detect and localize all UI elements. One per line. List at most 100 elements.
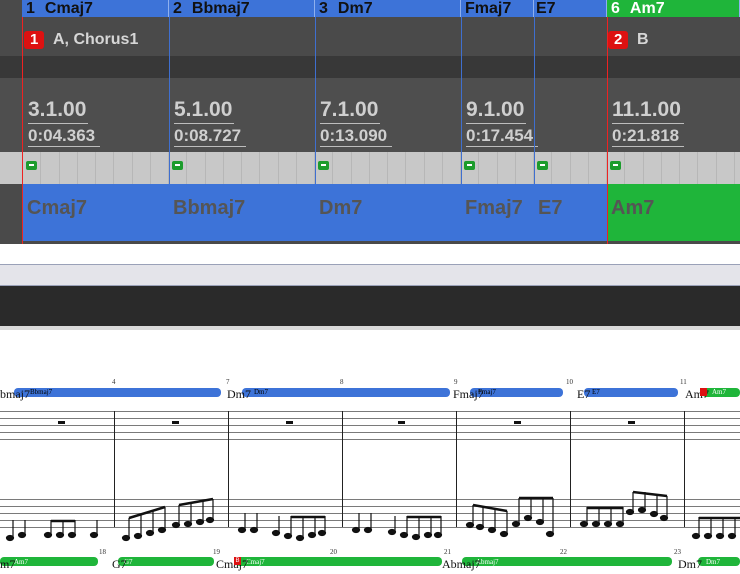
chord-tab-name: Fmaj7 xyxy=(465,0,512,17)
grid-line xyxy=(497,152,498,184)
section-label-2[interactable]: B xyxy=(637,30,649,50)
measure-number: 9 xyxy=(454,378,458,386)
ruler-time: 0:13.090 xyxy=(320,126,388,145)
comment-marker-icon[interactable] xyxy=(172,161,183,170)
grid-line xyxy=(424,152,425,184)
chord-tab-number: 2 xyxy=(173,0,182,17)
measure-number: 18 xyxy=(99,548,106,556)
measure-number: 20 xyxy=(330,548,337,556)
grid-line xyxy=(442,152,443,184)
ruler-underline xyxy=(174,123,234,124)
section-badge-1[interactable]: 1 xyxy=(24,31,45,49)
ruler-time: 0:21.818 xyxy=(612,126,680,145)
score-view: 4 7 8 9 10 11 Bbmaj7 Dm7 Fmaj7 E7 Am7 bm… xyxy=(0,330,740,574)
comment-marker-icon[interactable] xyxy=(464,161,475,170)
measure-number: 19 xyxy=(213,548,220,556)
grid-line xyxy=(205,152,206,184)
ruler-bbt: 7.1.00 xyxy=(320,98,379,121)
whole-rest xyxy=(514,421,521,424)
chord-tab-5[interactable]: E7 xyxy=(534,0,607,17)
grid-line xyxy=(132,152,133,184)
grid-line xyxy=(259,152,260,184)
grid-line xyxy=(679,152,680,184)
chord-tab-6[interactable]: 6 Am7 xyxy=(607,0,740,17)
section-boundary-line xyxy=(607,17,608,244)
score-bar-label: Bbmaj7 xyxy=(30,388,53,396)
chord-block-label: Bbmaj7 xyxy=(173,197,246,219)
grid-line xyxy=(697,152,698,184)
staff-line xyxy=(0,418,740,419)
score-chord-symbol: bmaj7 xyxy=(0,387,30,401)
grid-line xyxy=(387,152,388,184)
comment-marker-icon[interactable] xyxy=(318,161,329,170)
chord-tab-4[interactable]: Fmaj7 xyxy=(461,0,534,17)
score-bar-label: Cmaj7 xyxy=(246,558,265,566)
grid-line xyxy=(59,152,60,184)
ruler-bbt: 3.1.00 xyxy=(28,98,87,121)
comment-marker-icon[interactable] xyxy=(537,161,548,170)
score-chord-bar[interactable] xyxy=(236,557,442,566)
chord-tab-1[interactable]: 1 Cmaj7 xyxy=(22,0,169,17)
score-chord-symbol: Fmaj7 xyxy=(453,387,484,401)
grid-line xyxy=(515,152,516,184)
whole-rest xyxy=(286,421,293,424)
ruler-bbt: 9.1.00 xyxy=(466,98,525,121)
grid-line xyxy=(369,152,370,184)
chord-boundary-line xyxy=(461,17,462,184)
chord-block-label: Cmaj7 xyxy=(27,197,88,219)
chord-tab-3[interactable]: 3 Dm7 xyxy=(315,0,461,17)
measure-number: 23 xyxy=(674,548,681,556)
grid-line xyxy=(624,152,625,184)
comment-marker-icon[interactable] xyxy=(26,161,37,170)
score-bar-label: Am7 xyxy=(712,388,726,396)
horizontal-scrollbar[interactable] xyxy=(0,264,740,286)
grid-line xyxy=(77,152,78,184)
score-chord-symbol: G7 xyxy=(112,557,127,571)
score-bar-label: Dm7 xyxy=(254,388,268,396)
ruler-underline xyxy=(28,123,88,124)
notation-notes xyxy=(5,490,740,542)
grid-line xyxy=(588,152,589,184)
score-chord-symbol: Abmaj7 xyxy=(442,557,481,571)
grid-line xyxy=(716,152,717,184)
grid-line xyxy=(643,152,644,184)
chord-boundary-line xyxy=(534,17,535,184)
section-marker-icon[interactable] xyxy=(700,388,707,396)
grid-line xyxy=(478,152,479,184)
staff-line xyxy=(0,432,740,433)
score-chord-symbol: Cmaj7 xyxy=(216,557,248,571)
grid-line xyxy=(296,152,297,184)
chord-block-label: Am7 xyxy=(611,197,655,219)
ruler-underline xyxy=(174,146,246,147)
chord-tab-number: 3 xyxy=(319,0,328,17)
whole-rest xyxy=(58,421,65,424)
ruler-underline xyxy=(612,146,684,147)
score-chord-bar[interactable] xyxy=(242,388,450,397)
section-badge-2[interactable]: 2 xyxy=(608,31,629,49)
grid-line xyxy=(186,152,187,184)
score-bar-label: Dm7 xyxy=(706,558,720,566)
grid-line xyxy=(570,152,571,184)
chord-tab-2[interactable]: 2 Bbmaj7 xyxy=(169,0,315,17)
chord-tab-name: Bbmaj7 xyxy=(191,0,250,17)
panel-gap xyxy=(0,244,740,264)
chord-block-label: E7 xyxy=(538,197,563,219)
ruler-underline xyxy=(466,123,526,124)
section-label-1[interactable]: A, Chorus1 xyxy=(53,30,138,50)
score-chord-symbol: Dm7 xyxy=(227,387,251,401)
grid-line xyxy=(405,152,406,184)
score-bar-label: Am7 xyxy=(14,558,28,566)
ruler-underline xyxy=(466,146,538,147)
ruler-time: 0:04.363 xyxy=(28,126,96,145)
chord-boundary-line xyxy=(315,17,316,184)
ruler-underline xyxy=(612,123,684,124)
ruler-underline xyxy=(320,123,380,124)
arrangement-panel: 1 Cmaj7 2 Bbmaj7 3 Dm7 Fmaj7 E7 6 Am7 1 A, C… xyxy=(0,0,740,244)
score-chord-symbol: m7 xyxy=(0,557,16,571)
comment-marker-icon[interactable] xyxy=(610,161,621,170)
whole-rest xyxy=(398,421,405,424)
measure-number: 8 xyxy=(340,378,344,386)
ruler-bbt: 11.1.00 xyxy=(612,98,681,121)
measure-number: 11 xyxy=(680,378,687,386)
section-marker-icon[interactable]: B xyxy=(234,557,241,565)
